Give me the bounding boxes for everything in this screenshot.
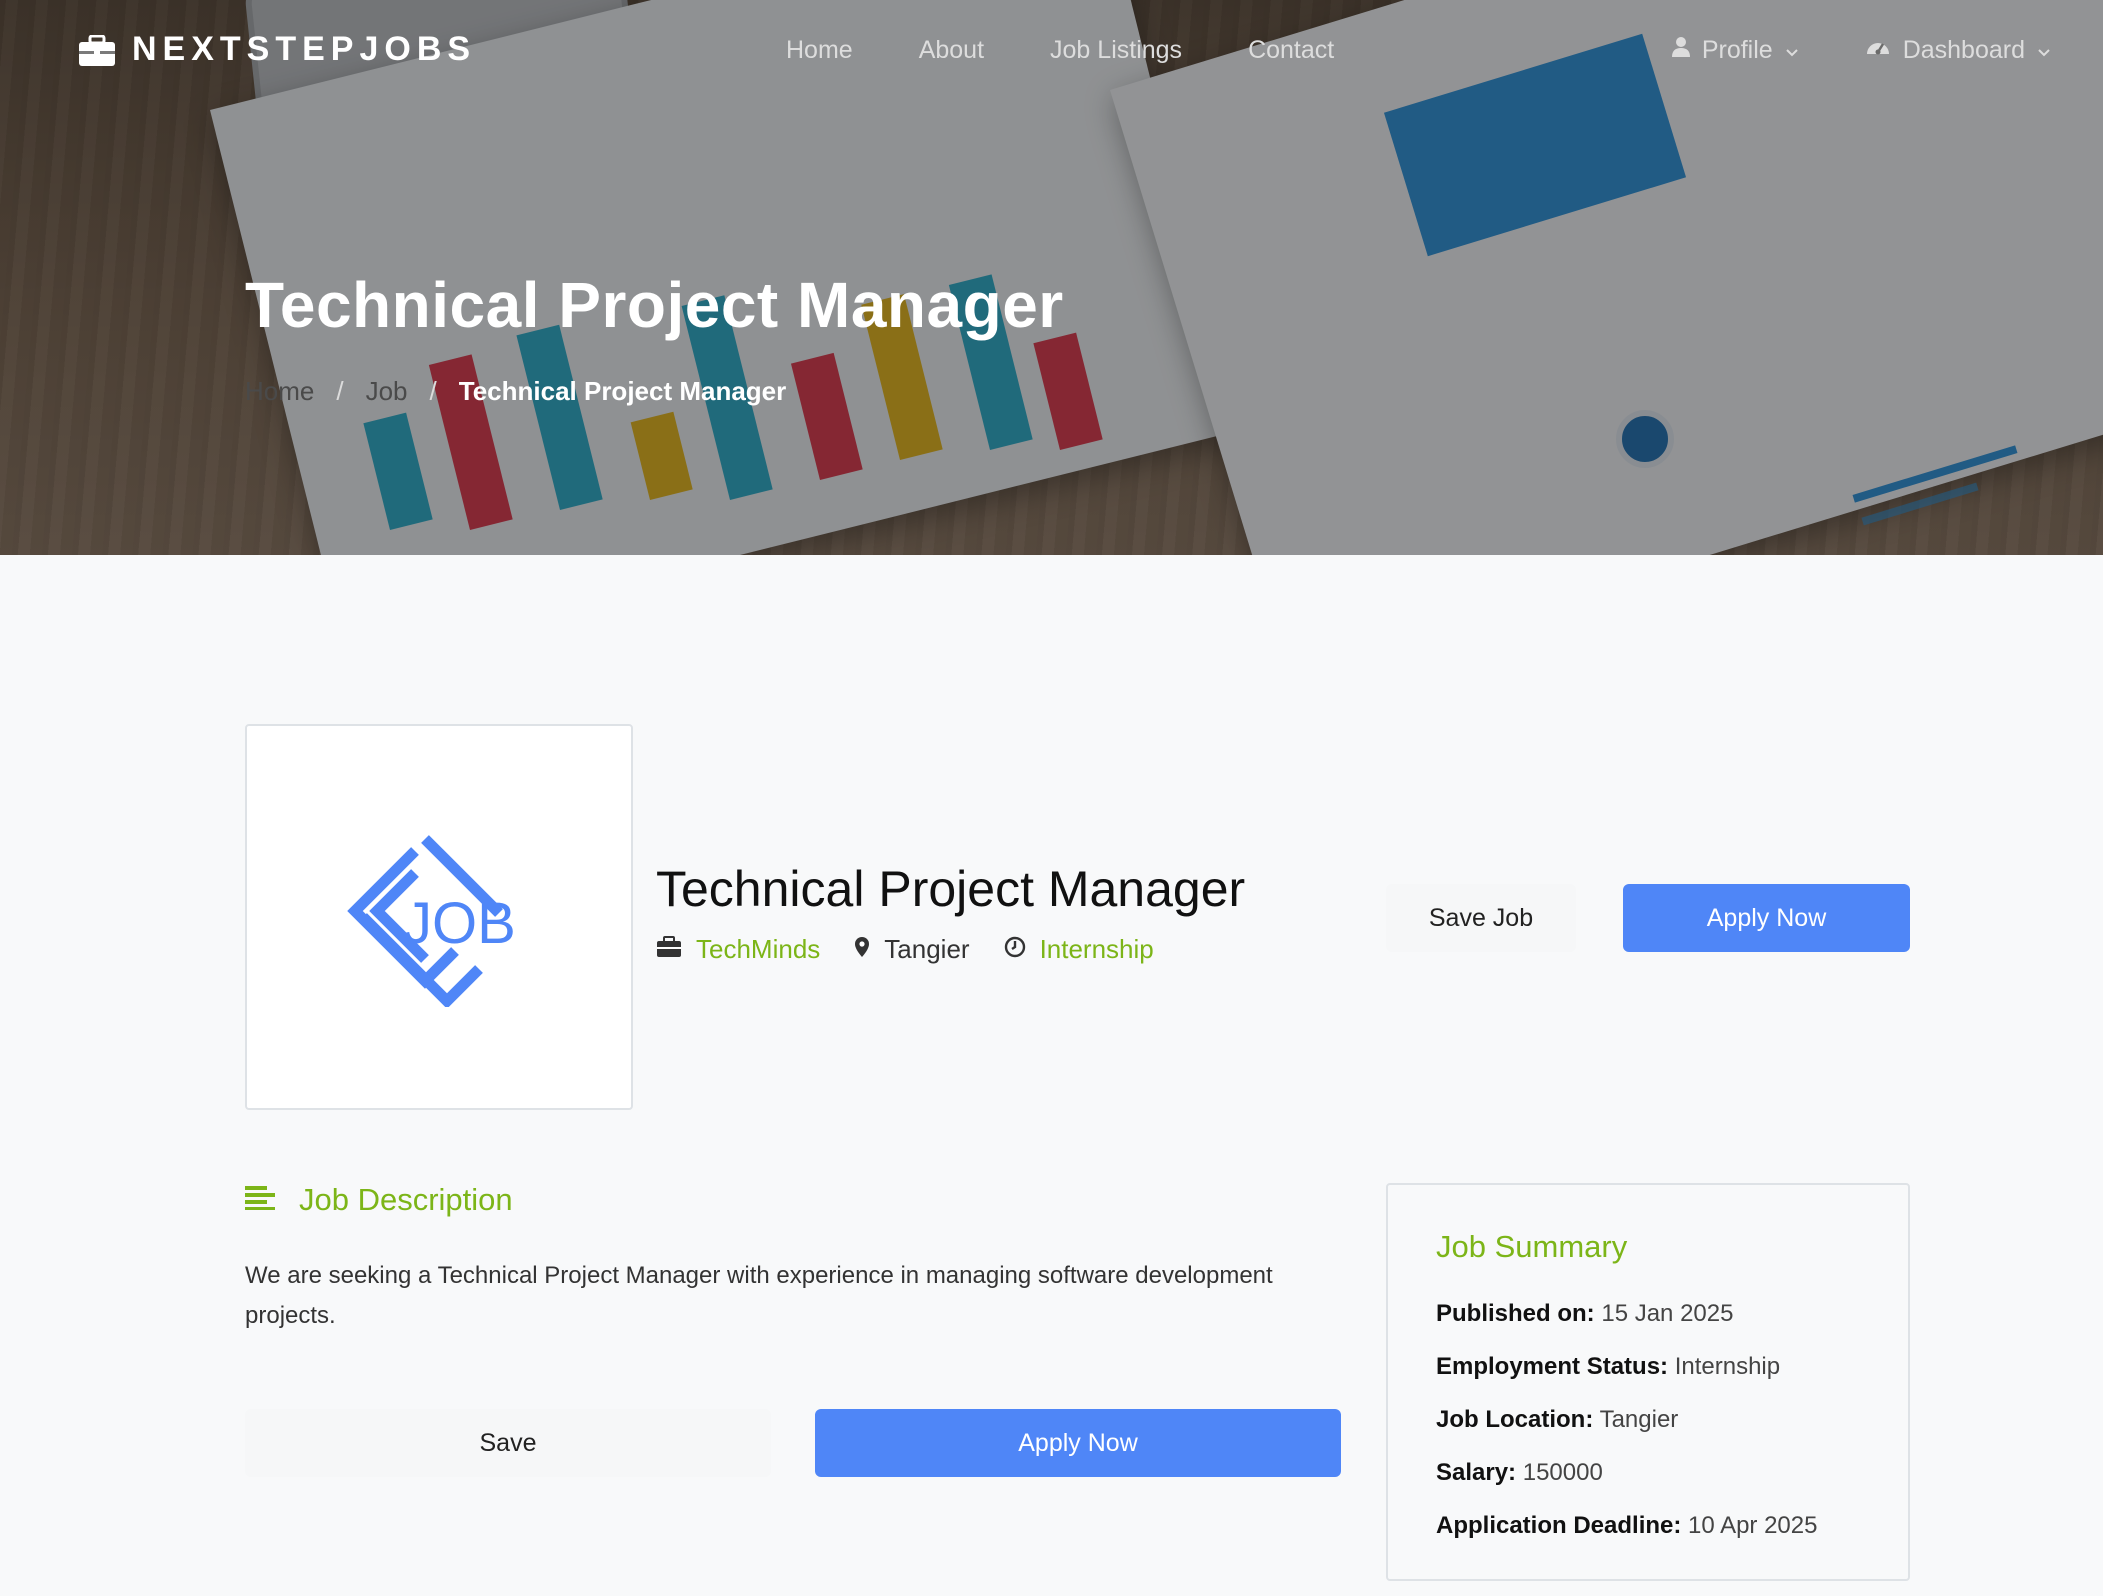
chevron-down-icon — [2037, 36, 2051, 65]
job-description-title: Job Description — [299, 1182, 513, 1217]
dashboard-dropdown[interactable]: Dashboard — [1865, 36, 2051, 65]
job-type: Internship — [1004, 934, 1154, 965]
page-title: Technical Project Manager — [245, 269, 1064, 341]
profile-label: Profile — [1701, 36, 1773, 64]
summary-status-value: Internship — [1674, 1353, 1781, 1380]
job-description-text: We are seeking a Technical Project Manag… — [245, 1262, 1273, 1329]
summary-salary: Salary: 150000 — [1436, 1446, 1860, 1499]
nav-link-contact[interactable]: Contact — [1248, 36, 1334, 65]
apply-now-button[interactable]: Apply Now — [1623, 884, 1910, 952]
job-description-heading: Job Description — [245, 1182, 513, 1218]
summary-deadline-label: Application Deadline: — [1436, 1512, 1682, 1539]
nav-link-about[interactable]: About — [919, 36, 984, 65]
nav-link-job-listings[interactable]: Job Listings — [1050, 36, 1182, 65]
summary-salary-value: 150000 — [1522, 1459, 1603, 1486]
summary-status-label: Employment Status: — [1436, 1353, 1669, 1380]
briefcase-icon — [656, 934, 682, 965]
job-type-name[interactable]: Internship — [1040, 934, 1154, 965]
map-pin-icon — [854, 934, 870, 965]
summary-employment-status: Employment Status: Internship — [1436, 1340, 1860, 1393]
gauge-icon — [1865, 36, 1891, 65]
job-summary-card: Job Summary Published on: 15 Jan 2025 Em… — [1386, 1183, 1910, 1581]
summary-deadline: Application Deadline: 10 Apr 2025 — [1436, 1499, 1860, 1552]
breadcrumb-separator: / — [429, 376, 437, 406]
company-logo-image: JOB — [259, 738, 619, 1096]
job-title: Technical Project Manager — [656, 861, 1246, 917]
summary-deadline-value: 10 Apr 2025 — [1688, 1512, 1818, 1539]
summary-published-value: 15 Jan 2025 — [1601, 1300, 1734, 1327]
job-company: TechMinds — [656, 934, 820, 965]
breadcrumb-home[interactable]: Home — [245, 376, 314, 407]
job-location: Tangier — [854, 934, 970, 965]
company-logo-text: JOB — [403, 891, 516, 956]
chevron-down-icon — [1785, 36, 1799, 65]
breadcrumb-separator: / — [336, 376, 344, 406]
user-icon — [1671, 36, 1690, 65]
breadcrumb-job[interactable]: Job — [366, 376, 408, 407]
save-button[interactable]: Save — [245, 1409, 771, 1477]
breadcrumb: Home / Job / Technical Project Manager — [245, 376, 786, 407]
dashboard-label: Dashboard — [1902, 36, 2025, 64]
align-left-icon — [245, 1186, 275, 1214]
summary-location-label: Job Location: — [1436, 1406, 1594, 1433]
summary-location-value: Tangier — [1599, 1406, 1679, 1433]
nav-user-menu: Profile Dashboard — [1671, 36, 2051, 65]
brand-logo[interactable]: NEXTSTEPJOBS — [78, 30, 476, 69]
job-summary-title: Job Summary — [1436, 1229, 1628, 1264]
save-job-button[interactable]: Save Job — [1386, 884, 1576, 952]
job-meta: TechMinds Tangier Internship — [656, 934, 1154, 965]
summary-location: Job Location: Tangier — [1436, 1393, 1860, 1446]
nav-link-home[interactable]: Home — [786, 36, 853, 65]
breadcrumb-current: Technical Project Manager — [458, 376, 787, 406]
navbar: NEXTSTEPJOBS Home About Job Listings Con… — [0, 0, 2103, 104]
summary-published: Published on: 15 Jan 2025 — [1436, 1287, 1860, 1340]
brand-name: NEXTSTEPJOBS — [132, 30, 477, 68]
summary-published-label: Published on: — [1436, 1300, 1595, 1327]
company-name[interactable]: TechMinds — [696, 934, 820, 965]
location-name: Tangier — [884, 934, 970, 964]
apply-now-button-bottom[interactable]: Apply Now — [815, 1409, 1341, 1477]
profile-dropdown[interactable]: Profile — [1671, 36, 1799, 65]
nav-links: Home About Job Listings Contact — [786, 36, 1334, 65]
summary-salary-label: Salary: — [1436, 1459, 1517, 1486]
clock-icon — [1004, 934, 1026, 965]
briefcase-icon — [78, 34, 116, 66]
company-logo: JOB — [245, 724, 633, 1110]
